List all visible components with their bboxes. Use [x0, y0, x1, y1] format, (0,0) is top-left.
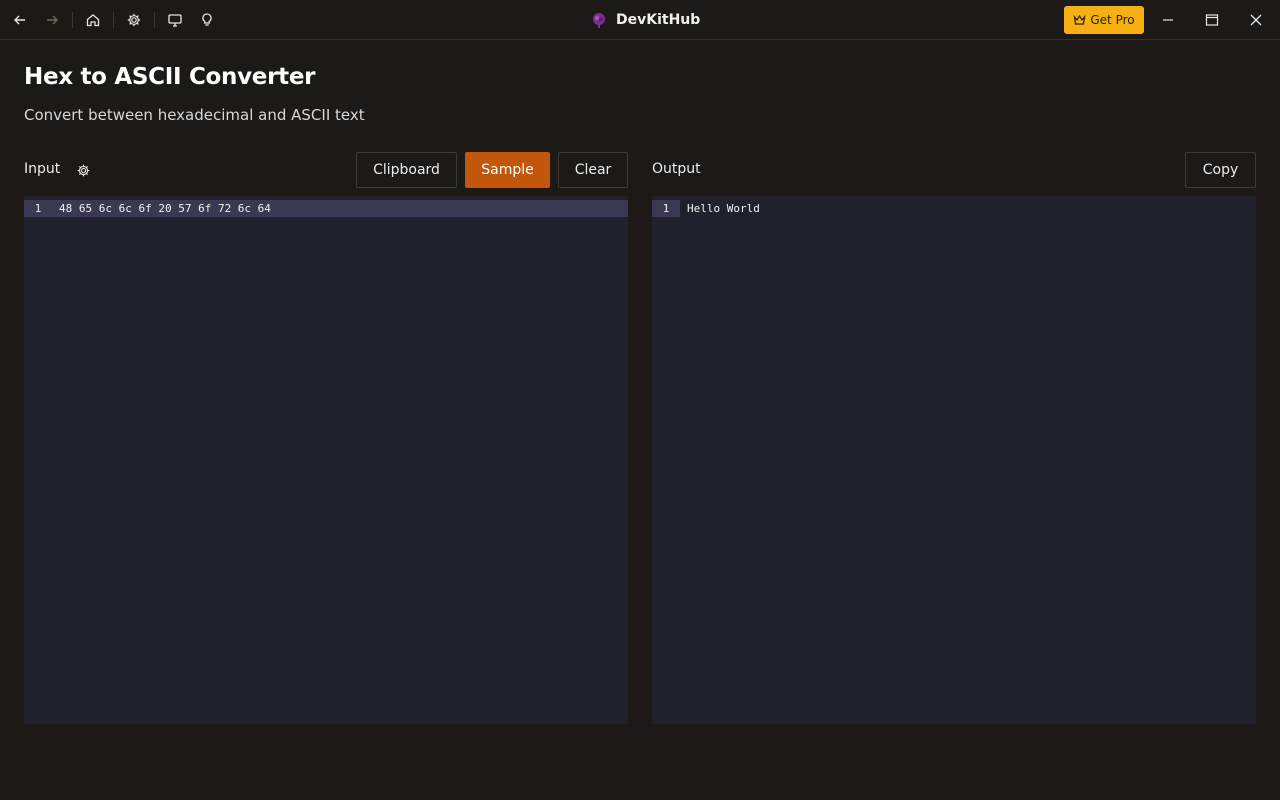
app-title: DevKitHub: [590, 10, 700, 30]
copy-button[interactable]: Copy: [1185, 152, 1256, 188]
line-number: 1: [652, 200, 680, 217]
input-editor[interactable]: 1 48 65 6c 6c 6f 20 57 6f 72 6c 64: [24, 196, 628, 724]
toolbar-divider: [154, 12, 155, 28]
toolbar-divider: [113, 12, 114, 28]
tips-button[interactable]: [195, 8, 219, 32]
input-label: Input: [24, 161, 61, 177]
get-pro-label: Get Pro: [1090, 13, 1135, 27]
title-bar: DevKitHub Get Pro: [0, 0, 1280, 40]
close-button[interactable]: [1244, 8, 1268, 32]
output-editor[interactable]: 1 Hello World: [652, 196, 1256, 724]
page-subtitle: Convert between hexadecimal and ASCII te…: [24, 106, 365, 124]
line-number: 1: [34, 202, 42, 215]
output-label: Output: [652, 161, 701, 177]
monitor-icon: [168, 14, 182, 27]
get-pro-button[interactable]: Get Pro: [1064, 6, 1144, 34]
editor-line[interactable]: 1 48 65 6c 6c 6f 20 57 6f 72 6c 64: [24, 200, 628, 217]
toolbar-divider: [72, 12, 73, 28]
editor-line: 1 Hello World: [652, 200, 1256, 217]
crown-icon: [1073, 14, 1086, 25]
sample-button[interactable]: Sample: [465, 152, 550, 188]
home-button[interactable]: [81, 8, 105, 32]
app-logo-icon: [593, 13, 605, 28]
input-settings-button[interactable]: [74, 161, 92, 179]
lightbulb-icon: [202, 13, 212, 26]
forward-icon: [47, 15, 58, 25]
maximize-button[interactable]: [1200, 8, 1224, 32]
line-text: Hello World: [687, 202, 760, 215]
maximize-icon: [1205, 14, 1219, 26]
settings-gear-icon: [127, 13, 141, 27]
settings-gear-icon: [77, 164, 89, 176]
minimize-icon: [1163, 19, 1173, 21]
back-button[interactable]: [8, 8, 32, 32]
forward-button[interactable]: [40, 8, 64, 32]
settings-button[interactable]: [122, 8, 146, 32]
clear-button[interactable]: Clear: [558, 152, 628, 188]
clipboard-button[interactable]: Clipboard: [356, 152, 457, 188]
home-icon: [86, 14, 100, 27]
page-title: Hex to ASCII Converter: [24, 64, 316, 90]
back-icon: [14, 15, 25, 25]
app-title-text: DevKitHub: [616, 12, 701, 28]
minimize-button[interactable]: [1156, 8, 1180, 32]
line-text: 48 65 6c 6c 6f 20 57 6f 72 6c 64: [59, 202, 271, 215]
display-button[interactable]: [163, 8, 187, 32]
close-icon: [1250, 14, 1262, 26]
